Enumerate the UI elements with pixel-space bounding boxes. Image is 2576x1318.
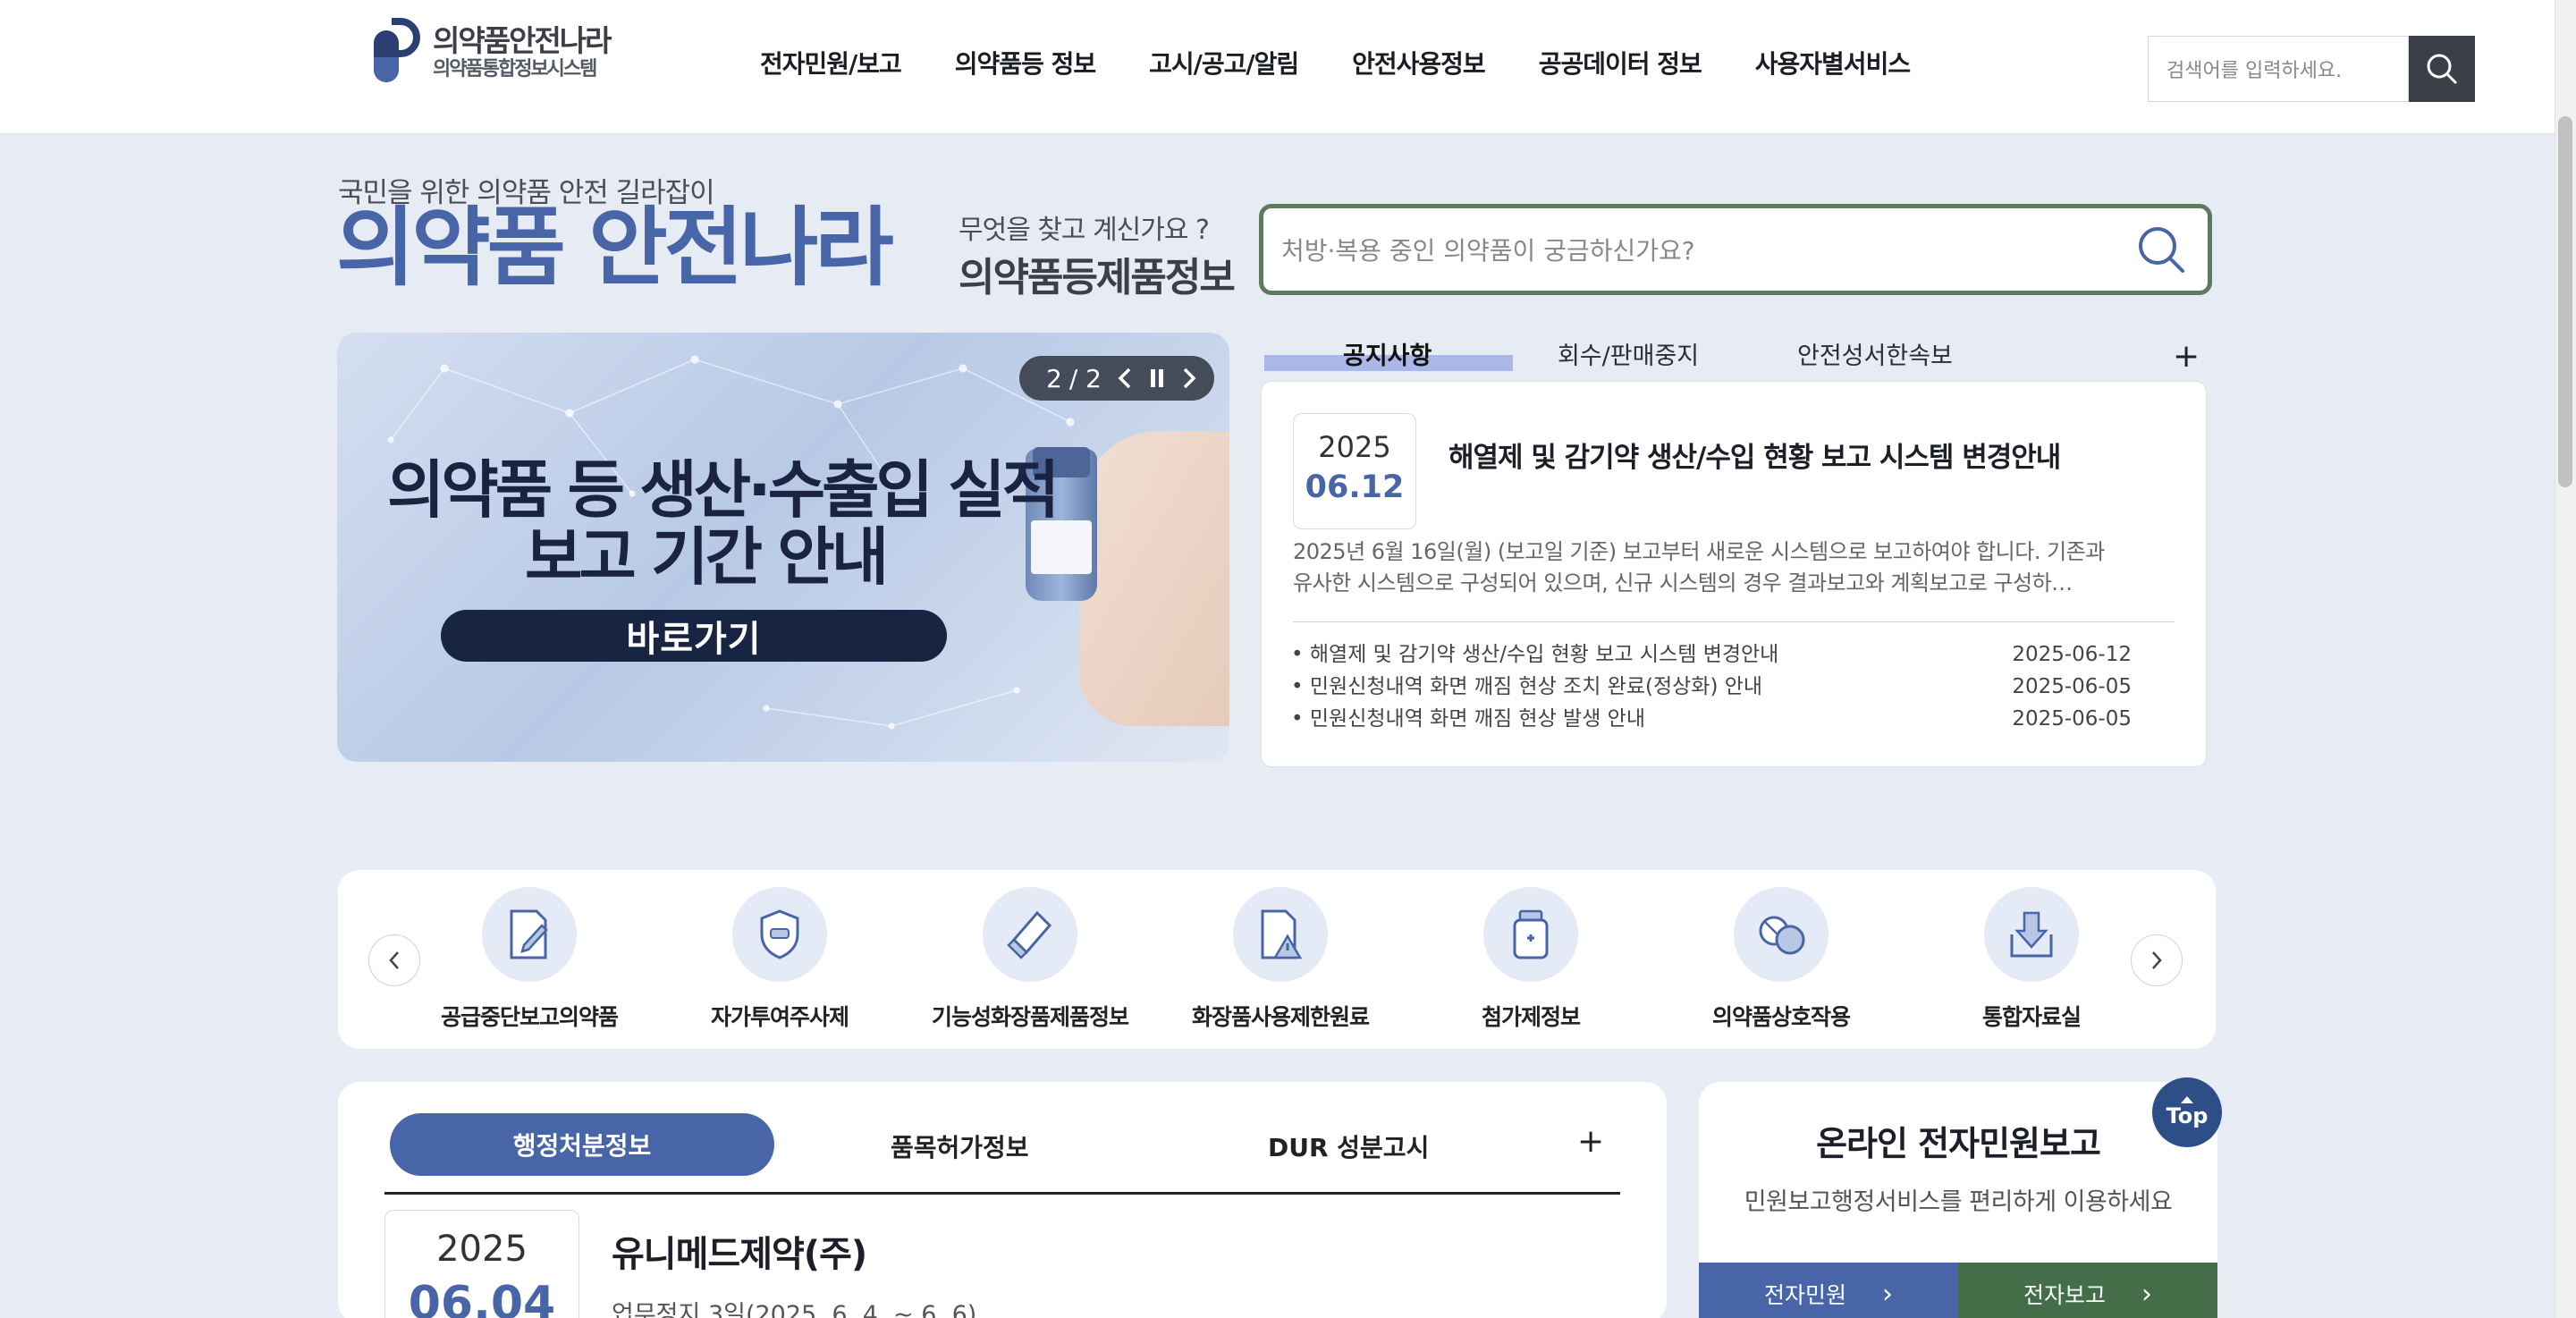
nav-item-e-civil[interactable]: 전자민원/보고 <box>760 45 902 80</box>
search-icon[interactable] <box>2134 223 2188 283</box>
main-nav: 전자민원/보고 의약품등 정보 고시/공고/알림 안전사용정보 공공데이터 정보… <box>760 45 1964 80</box>
main-search-placeholder: 처방·복용 중인 의약품이 궁금하신가요? <box>1281 236 1695 266</box>
slide-pause-button[interactable] <box>1141 360 1173 396</box>
search-category[interactable]: 의약품등제품정보 <box>959 245 1236 302</box>
admin-date-year: 2025 <box>436 1229 528 1270</box>
tab-recall[interactable]: 회수/판매중지 <box>1558 336 1699 371</box>
notice-item-date: 2025-06-12 <box>2012 643 2132 666</box>
shield-syringe-icon <box>732 887 827 982</box>
notice-date-year: 2025 <box>1318 430 1391 464</box>
chevron-right-icon <box>1183 368 1196 389</box>
chevron-right-icon <box>2152 951 2162 969</box>
e-civil-button[interactable]: 전자민원 › <box>1699 1263 1958 1318</box>
notice-featured-title[interactable]: 해열제 및 감기약 생산/수입 현황 보고 시스템 변경안내 <box>1448 435 2061 475</box>
quick-item-label: 기능성화장품제품정보 <box>931 1004 1129 1030</box>
chevron-left-icon <box>1118 368 1131 389</box>
tab-product-approval[interactable]: 품목허가정보 <box>891 1128 1029 1164</box>
nav-item-safety[interactable]: 안전사용정보 <box>1352 45 1486 80</box>
quick-item-interactions[interactable]: 의약품상호작용 <box>1665 887 1897 1032</box>
caret-up-icon <box>2181 1096 2193 1103</box>
quick-item-label: 공급중단보고의약품 <box>440 1004 619 1030</box>
banner-headline-2: 보고 기간 안내 <box>525 520 889 594</box>
e-report-label: 전자보고 <box>2023 1282 2106 1308</box>
nav-item-public-data[interactable]: 공공데이터 정보 <box>1539 45 1702 80</box>
notice-item-date: 2025-06-05 <box>2012 707 2132 731</box>
tab-admin-disposition[interactable]: 행정처분정보 <box>390 1113 774 1176</box>
list-item[interactable]: • 해열제 및 감기약 생산/수입 현황 보고 시스템 변경안내 2025-06… <box>1291 638 2132 671</box>
slide-total: / 2 <box>1068 363 1102 393</box>
quick-item-restricted-ingredients[interactable]: 화장품사용제한원료 <box>1164 887 1397 1032</box>
document-warning-icon <box>1233 887 1328 982</box>
pause-icon <box>1150 369 1163 387</box>
admin-date-md: 06.04 <box>408 1277 556 1318</box>
nav-item-user-services[interactable]: 사용자별서비스 <box>1755 45 1911 80</box>
notice-item-title: 해열제 및 감기약 생산/수입 현황 보고 시스템 변경안내 <box>1309 643 1779 666</box>
tab-notice[interactable]: 공지사항 <box>1343 336 1432 371</box>
slide-controls: 2 / 2 <box>1019 356 1214 401</box>
medicine-bottle-icon <box>1483 887 1578 982</box>
admin-company-name[interactable]: 유니메드제약(주) <box>612 1225 867 1277</box>
hand-image <box>1079 431 1229 726</box>
hero-title: 의약품 안전나라 <box>336 198 894 298</box>
quick-item-functional-cosmetics[interactable]: 기능성화장품제품정보 <box>914 887 1146 1032</box>
quick-item-label: 첨가제정보 <box>1481 1004 1581 1030</box>
notice-item-title: 민원신청내역 화면 깨짐 현상 조치 완료(정상화) 안내 <box>1309 675 1763 698</box>
logo-subtitle: 의약품통합정보시스템 <box>433 58 597 80</box>
quick-item-label: 통합자료실 <box>1981 1004 2082 1030</box>
nav-item-notice[interactable]: 고시/공고/알림 <box>1149 45 1299 80</box>
notice-item-title: 민원신청내역 화면 깨짐 현상 발생 안내 <box>1309 707 1646 731</box>
notice-tabs: 공지사항 회수/판매중지 안전성서한속보 <box>1264 336 2203 372</box>
quick-item-label: 의약품상호작용 <box>1711 1004 1851 1030</box>
online-report-subtitle: 민원보고행정서비스를 편리하게 이용하세요 <box>1744 1188 2173 1216</box>
e-civil-label: 전자민원 <box>1763 1282 1846 1308</box>
banner-cta-button[interactable]: 바로가기 <box>441 610 947 662</box>
quick-item-label: 자가투여주사제 <box>710 1004 849 1030</box>
slide-current: 2 <box>1046 363 1062 393</box>
e-report-button[interactable]: 전자보고 › <box>1958 1263 2217 1318</box>
notice-featured-summary: 2025년 6월 16일(월) (보고일 기준) 보고부터 새로운 시스템으로 … <box>1293 539 2105 596</box>
site-logo[interactable]: 의약품안전나라 의약품통합정보시스템 <box>367 13 626 93</box>
scroll-top-button[interactable]: Top <box>2152 1077 2222 1147</box>
notice-item-date: 2025-06-05 <box>2012 675 2132 698</box>
tab-safety-letter[interactable]: 안전성서한속보 <box>1797 336 1953 371</box>
pills-icon <box>1734 887 1829 982</box>
notice-list: • 해열제 및 감기약 생산/수입 현황 보고 시스템 변경안내 2025-06… <box>1291 638 2132 735</box>
list-item[interactable]: • 민원신청내역 화면 깨짐 현상 발생 안내 2025-06-05 <box>1291 703 2132 735</box>
chevron-right-icon: › <box>1882 1278 1893 1310</box>
quick-item-supply-stop[interactable]: 공급중단보고의약품 <box>413 887 646 1032</box>
header-search-input[interactable]: 검색어를 입력하세요. <box>2148 36 2409 102</box>
header-search-button[interactable] <box>2409 36 2475 102</box>
scrollbar-thumb[interactable] <box>2558 116 2572 487</box>
notice-date-md: 06.12 <box>1305 469 1405 505</box>
download-tray-icon <box>1984 887 2079 982</box>
quick-item-data-room[interactable]: 통합자료실 <box>1915 887 2148 1032</box>
list-item[interactable]: • 민원신청내역 화면 깨짐 현상 조치 완료(정상화) 안내 2025-06-… <box>1291 671 2132 703</box>
hero-question: 무엇을 찾고 계신가요 ? <box>959 215 1210 246</box>
notice-more-button[interactable]: + <box>2173 338 2200 375</box>
admin-tab-divider <box>384 1192 1620 1195</box>
chevron-right-icon: › <box>2141 1278 2152 1310</box>
search-icon <box>2427 54 2458 85</box>
quick-item-additives[interactable]: 첨가제정보 <box>1415 887 1647 1032</box>
quick-item-label: 화장품사용제한원료 <box>1191 1004 1370 1030</box>
slide-prev-button[interactable] <box>1109 360 1141 396</box>
tab-dur-notice[interactable]: DUR 성분고시 <box>1268 1128 1429 1164</box>
nav-item-drug-info[interactable]: 의약품등 정보 <box>955 45 1096 80</box>
logo-mark-icon <box>367 16 424 89</box>
logo-title: 의약품안전나라 <box>433 23 612 58</box>
slide-next-button[interactable] <box>1173 360 1205 396</box>
scroll-top-label: Top <box>2166 1103 2209 1128</box>
quick-item-self-injection[interactable]: 자가투여주사제 <box>663 887 896 1032</box>
document-edit-icon <box>482 887 577 982</box>
online-report-title: 온라인 전자민원보고 <box>1816 1124 2101 1163</box>
cosmetic-tube-icon <box>983 887 1077 982</box>
admin-date-card: 2025 06.04 <box>384 1210 579 1318</box>
notice-divider <box>1293 621 2175 622</box>
admin-detail: 업무정지 3일(2025. 6. 4. ~ 6. 6) <box>612 1301 977 1318</box>
notice-date-card: 2025 06.12 <box>1293 413 1416 529</box>
admin-more-button[interactable]: + <box>1577 1123 1604 1160</box>
main-search-input[interactable]: 처방·복용 중인 의약품이 궁금하신가요? <box>1259 204 2212 295</box>
chevron-left-icon <box>389 951 399 969</box>
